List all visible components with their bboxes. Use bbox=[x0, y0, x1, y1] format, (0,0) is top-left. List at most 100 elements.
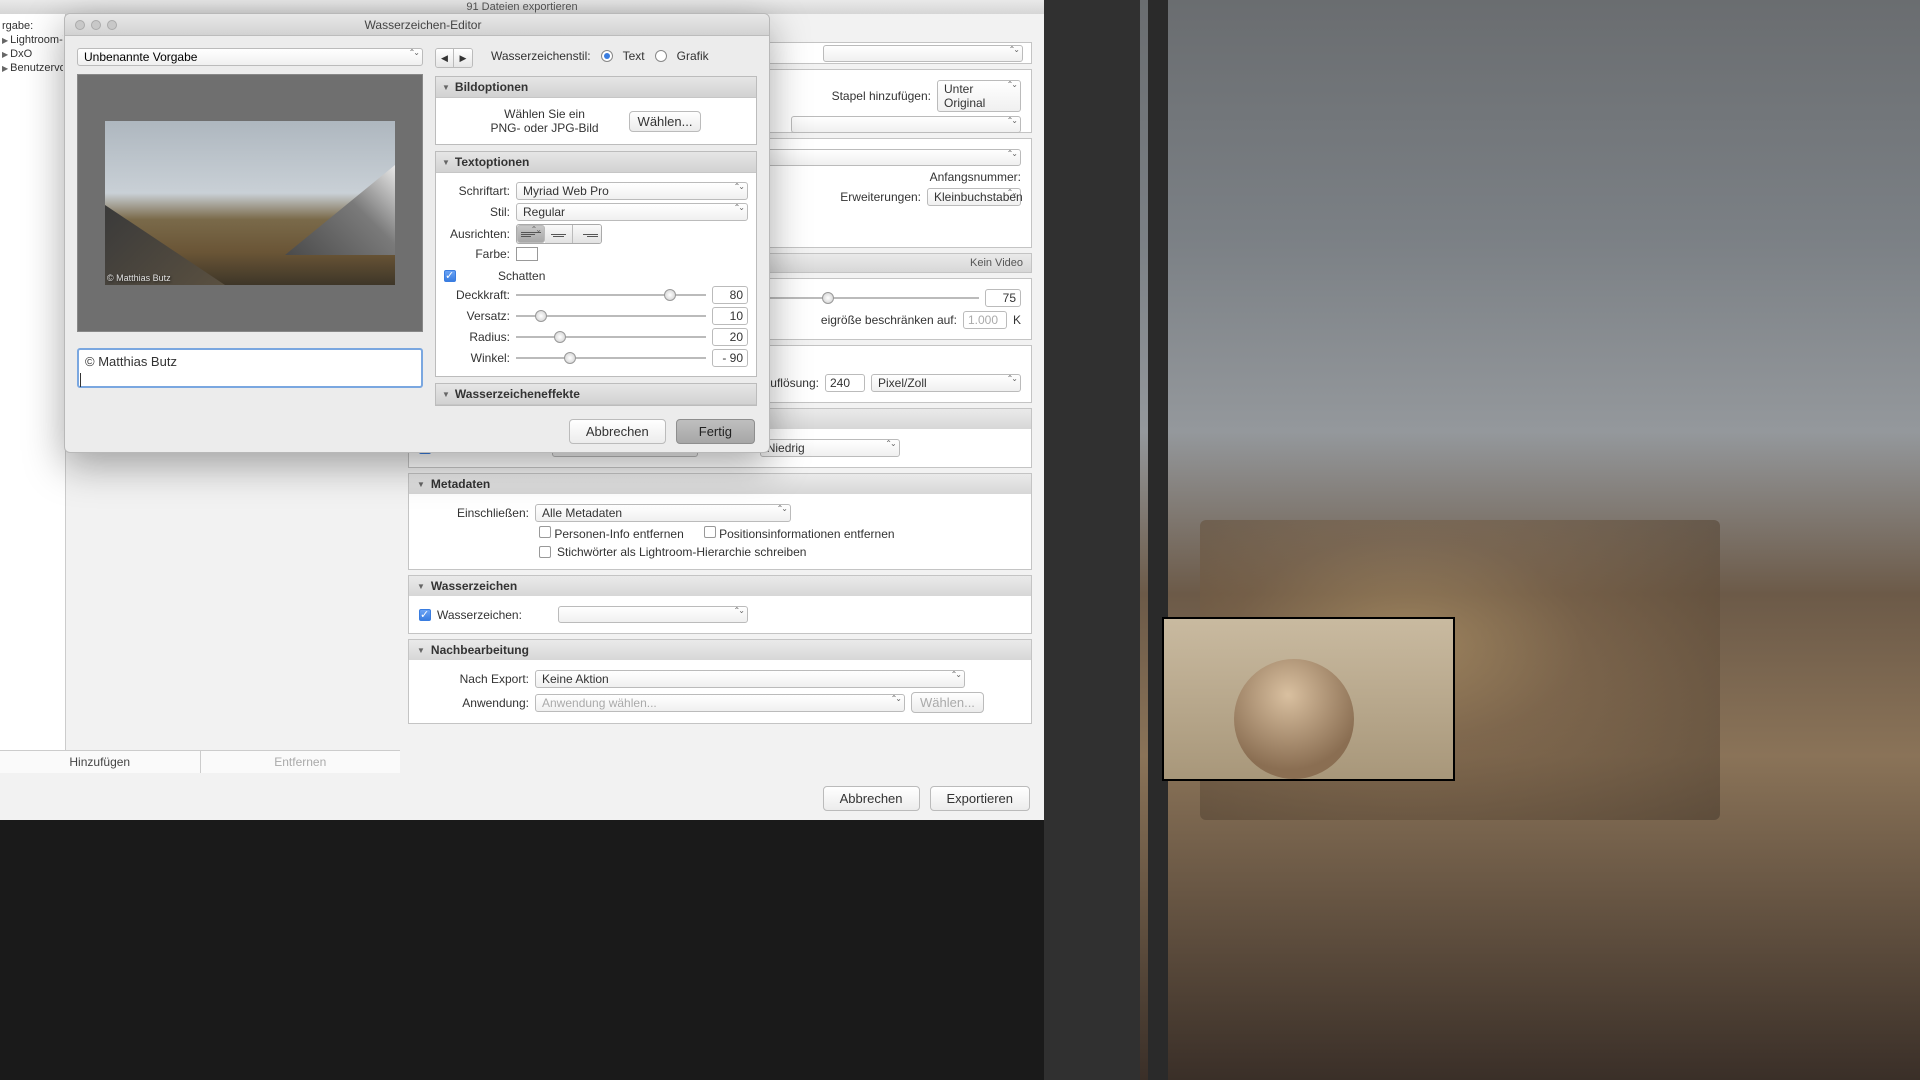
sidebar-item[interactable]: DxO bbox=[2, 47, 63, 61]
resolution-unit-select[interactable]: Pixel/Zoll bbox=[871, 374, 1021, 392]
align-right-button[interactable] bbox=[573, 225, 601, 243]
font-select[interactable]: Myriad Web Pro bbox=[516, 182, 748, 200]
radius-value[interactable]: 20 bbox=[712, 328, 748, 346]
radius-label: Radius: bbox=[444, 330, 510, 344]
preview-image: © Matthias Butz bbox=[105, 121, 395, 285]
sidebar-item[interactable]: Lightroom-V bbox=[2, 33, 63, 47]
image-hint: Wählen Sie ein bbox=[491, 107, 599, 121]
naming-select[interactable] bbox=[791, 116, 1021, 133]
watermark-preset-select[interactable]: Unbenannte Vorgabe bbox=[77, 48, 423, 66]
stack-select[interactable]: Unter Original bbox=[937, 80, 1021, 112]
style-text-label: Text bbox=[623, 49, 645, 63]
font-label: Schriftart: bbox=[444, 184, 510, 198]
startnum-label: Anfangsnummer: bbox=[911, 170, 1021, 184]
post-after-select[interactable]: Keine Aktion bbox=[535, 670, 965, 688]
watermark-checkbox[interactable] bbox=[419, 609, 431, 621]
shadow-checkbox[interactable] bbox=[444, 270, 456, 282]
radius-slider[interactable] bbox=[516, 330, 706, 344]
opacity-label: Deckkraft: bbox=[444, 288, 510, 302]
offset-slider[interactable] bbox=[516, 309, 706, 323]
image-hint2: PNG- oder JPG-Bild bbox=[491, 121, 599, 135]
prev-icon[interactable]: ◀ bbox=[436, 49, 454, 67]
opacity-slider[interactable] bbox=[516, 288, 706, 302]
add-preset-button[interactable]: Hinzufügen bbox=[0, 751, 201, 773]
quality-value[interactable]: 75 bbox=[985, 289, 1021, 307]
background-panel bbox=[1044, 0, 1140, 1080]
remove-position-checkbox[interactable] bbox=[704, 526, 716, 538]
wm-done-button[interactable]: Fertig bbox=[676, 419, 755, 444]
fontstyle-label: Stil: bbox=[444, 205, 510, 219]
align-group bbox=[516, 224, 602, 244]
style-graphic-radio[interactable] bbox=[655, 50, 667, 62]
remove-position-label: Positionsinformationen entfernen bbox=[719, 527, 894, 541]
filesize-input[interactable]: 1.000 bbox=[963, 311, 1007, 329]
remove-person-label: Personen-Info entfernen bbox=[554, 527, 683, 541]
resolution-input[interactable]: 240 bbox=[825, 374, 865, 392]
remove-preset-button: Entfernen bbox=[201, 751, 401, 773]
color-label: Farbe: bbox=[444, 247, 510, 261]
align-left-button[interactable] bbox=[517, 225, 545, 243]
offset-label: Versatz: bbox=[444, 309, 510, 323]
color-swatch[interactable] bbox=[516, 247, 538, 261]
preset-sidebar[interactable]: rgabe: Lightroom-V DxO Benutzervor bbox=[0, 14, 66, 754]
metadata-include-select[interactable]: Alle Metadaten bbox=[535, 504, 791, 522]
preview-nav[interactable]: ◀ ▶ bbox=[435, 48, 473, 68]
text-options-header[interactable]: Textoptionen bbox=[436, 152, 756, 173]
preset-buttons: Hinzufügen Entfernen bbox=[0, 750, 400, 773]
cancel-button[interactable]: Abbrechen bbox=[823, 786, 920, 811]
opacity-value[interactable]: 80 bbox=[712, 286, 748, 304]
ext-label: Erweiterungen: bbox=[811, 190, 921, 204]
post-app-choose-button[interactable]: Wählen... bbox=[911, 692, 984, 713]
next-icon[interactable]: ▶ bbox=[454, 49, 472, 67]
post-header[interactable]: Nachbearbeitung bbox=[409, 640, 1031, 660]
watermark-editor-title: Wasserzeichen-Editor bbox=[117, 18, 769, 32]
close-icon[interactable] bbox=[75, 20, 85, 30]
sidebar-item[interactable]: Benutzervor bbox=[2, 61, 63, 75]
zoom-icon[interactable] bbox=[107, 20, 117, 30]
keywords-hierarchy-checkbox[interactable] bbox=[539, 546, 551, 558]
angle-label: Winkel: bbox=[444, 351, 510, 365]
watermark-effects-header[interactable]: Wasserzeicheneffekte bbox=[436, 384, 756, 405]
resolution-label: Auflösung: bbox=[762, 376, 819, 390]
filesize-label: eigröße beschränken auf: bbox=[821, 313, 957, 327]
style-graphic-label: Grafik bbox=[677, 49, 709, 63]
image-options-header[interactable]: Bildoptionen bbox=[436, 77, 756, 98]
ext-select[interactable]: Kleinbuchstaben bbox=[927, 188, 1021, 206]
keywords-hierarchy-label: Stichwörter als Lightroom-Hierarchie sch… bbox=[557, 545, 806, 559]
offset-value[interactable]: 10 bbox=[712, 307, 748, 325]
preview-watermark-text: © Matthias Butz bbox=[107, 273, 171, 283]
stack-label: Stapel hinzufügen: bbox=[821, 89, 931, 103]
watermark-editor-titlebar[interactable]: Wasserzeichen-Editor bbox=[65, 14, 769, 36]
post-app-select[interactable]: Anwendung wählen... bbox=[535, 694, 905, 712]
wm-cancel-button[interactable]: Abbrechen bbox=[569, 419, 666, 444]
dialog-title: 91 Dateien exportieren bbox=[0, 0, 1044, 14]
sidebar-heading: rgabe: bbox=[2, 19, 63, 33]
align-center-button[interactable] bbox=[545, 225, 573, 243]
style-text-radio[interactable] bbox=[601, 50, 613, 62]
choose-image-button[interactable]: Wählen... bbox=[629, 111, 702, 132]
watermark-text-input[interactable]: © Matthias Butz bbox=[77, 348, 423, 388]
post-app-label: Anwendung: bbox=[419, 696, 529, 710]
background-strip bbox=[1148, 0, 1168, 1080]
metadata-include-label: Einschließen: bbox=[419, 506, 529, 520]
angle-slider[interactable] bbox=[516, 351, 706, 365]
remove-person-checkbox[interactable] bbox=[539, 526, 551, 538]
watermark-select[interactable] bbox=[558, 606, 748, 623]
watermark-label: Wasserzeichen: bbox=[437, 608, 522, 622]
text-caret bbox=[80, 373, 81, 387]
minimize-icon[interactable] bbox=[91, 20, 101, 30]
shadow-label: Schatten bbox=[498, 269, 545, 283]
align-label: Ausrichten: bbox=[444, 227, 510, 241]
filesize-unit: K bbox=[1013, 313, 1021, 327]
watermark-style-label: Wasserzeichenstil: bbox=[491, 49, 591, 63]
webcam-pip bbox=[1162, 617, 1455, 781]
export-button[interactable]: Exportieren bbox=[930, 786, 1030, 811]
metadata-header[interactable]: Metadaten bbox=[409, 474, 1031, 494]
watermark-header[interactable]: Wasserzeichen bbox=[409, 576, 1031, 596]
post-after-label: Nach Export: bbox=[419, 672, 529, 686]
watermark-preview: © Matthias Butz bbox=[77, 74, 423, 332]
watermark-editor-dialog: Wasserzeichen-Editor Unbenannte Vorgabe … bbox=[64, 13, 770, 453]
sharpen-strength-select[interactable]: Niedrig bbox=[760, 439, 900, 457]
angle-value[interactable]: - 90 bbox=[712, 349, 748, 367]
fontstyle-select[interactable]: Regular bbox=[516, 203, 748, 221]
